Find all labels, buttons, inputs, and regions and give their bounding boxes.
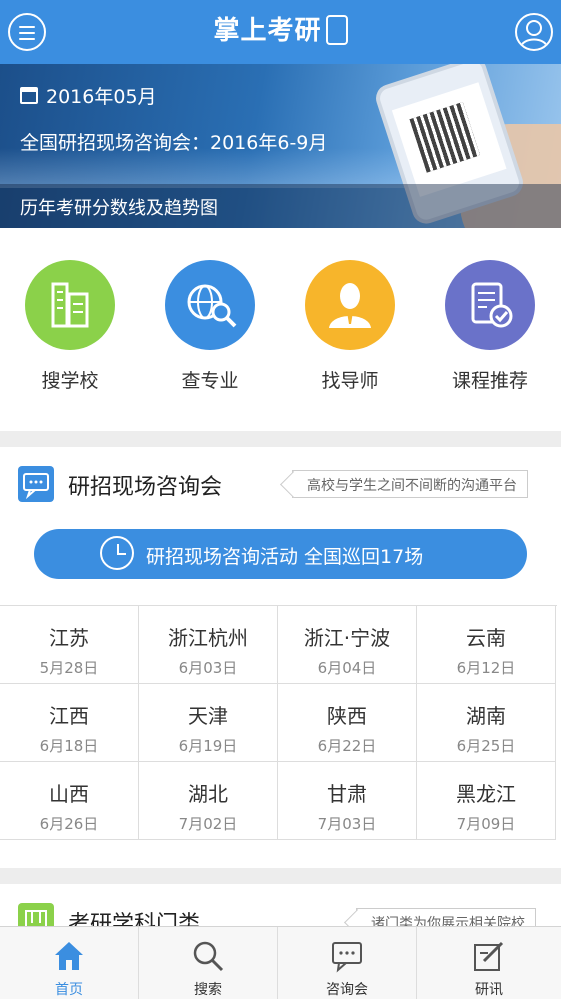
app-header: 掌上考研 xyxy=(0,0,561,64)
section-divider xyxy=(0,868,561,884)
event-cell[interactable]: 浙江·宁波 6月04日 xyxy=(278,606,417,684)
edit-icon xyxy=(474,941,504,971)
phone-logo-icon xyxy=(325,14,348,45)
category-major[interactable]: 查专业 xyxy=(160,260,260,393)
category-label: 搜学校 xyxy=(41,370,99,392)
event-province: 江苏 xyxy=(49,626,89,650)
banner-date-text: 2016年05月 xyxy=(46,86,157,108)
event-province: 云南 xyxy=(466,626,506,650)
event-province: 陕西 xyxy=(327,704,367,728)
tab-label: 搜索 xyxy=(194,982,222,998)
event-province: 山西 xyxy=(49,782,89,806)
event-date: 6月22日 xyxy=(317,737,377,755)
event-province: 黑龙江 xyxy=(456,782,516,806)
event-date: 6月25日 xyxy=(456,737,516,755)
calendar-icon xyxy=(20,87,38,104)
banner-headline: 全国研招现场咨询会：2016年6-9月 xyxy=(20,132,328,154)
app-title: 掌上考研 xyxy=(0,10,561,47)
event-province: 浙江·宁波 xyxy=(303,626,391,650)
category-label: 课程推荐 xyxy=(451,370,528,392)
chat-icon xyxy=(332,942,362,973)
event-cell[interactable]: 浙江杭州 6月03日 xyxy=(139,606,278,684)
teacher-icon xyxy=(305,260,395,350)
banner-footer-link[interactable]: 历年考研分数线及趋势图 xyxy=(0,184,561,228)
event-date: 7月03日 xyxy=(317,815,377,833)
tab-search[interactable]: 搜索 xyxy=(139,927,278,999)
course-check-icon xyxy=(445,260,535,350)
event-date: 6月04日 xyxy=(317,659,377,677)
event-date: 6月18日 xyxy=(39,737,99,755)
event-date: 5月28日 xyxy=(39,659,99,677)
qr-code-image xyxy=(409,102,481,173)
chat-bubble-icon xyxy=(18,466,54,502)
app-title-text: 掌上考研 xyxy=(213,16,322,46)
consult-activity-label: 研招现场咨询活动 全国巡回17场 xyxy=(146,546,424,568)
section-title: 研招现场咨询会 xyxy=(68,475,223,500)
event-date: 6月12日 xyxy=(456,659,516,677)
globe-search-icon xyxy=(165,260,255,350)
event-cell[interactable]: 湖南 6月25日 xyxy=(417,684,556,762)
section-note: 高校与学生之间不间断的沟通平台 xyxy=(292,470,528,498)
building-icon xyxy=(25,260,115,350)
event-cell[interactable]: 甘肃 7月03日 xyxy=(278,762,417,840)
promo-banner[interactable]: 2016年05月 全国研招现场咨询会：2016年6-9月 历年考研分数线及趋势图 xyxy=(0,64,561,228)
category-teacher[interactable]: 找导师 xyxy=(300,260,400,393)
event-date: 7月02日 xyxy=(178,815,238,833)
category-row: 搜学校 查专业 找导师 课程推荐 xyxy=(0,228,561,430)
event-date: 6月19日 xyxy=(178,737,238,755)
tab-label: 首页 xyxy=(55,982,83,998)
category-label: 找导师 xyxy=(321,370,379,392)
event-grid: 江苏 5月28日 浙江杭州 6月03日 浙江·宁波 6月04日 云南 6月12日 江西 6… xyxy=(0,605,557,841)
event-province: 天津 xyxy=(188,704,228,728)
category-course[interactable]: 课程推荐 xyxy=(440,260,540,393)
consult-activity-button[interactable]: 研招现场咨询活动 全国巡回17场 xyxy=(34,529,527,579)
tab-consult[interactable]: 咨询会 xyxy=(278,927,417,999)
search-icon xyxy=(193,941,224,972)
event-date: 6月26日 xyxy=(39,815,99,833)
event-date: 6月03日 xyxy=(178,659,238,677)
event-cell[interactable]: 黑龙江 7月09日 xyxy=(417,762,556,840)
event-cell[interactable]: 江苏 5月28日 xyxy=(0,606,139,684)
user-icon[interactable] xyxy=(515,13,553,51)
event-cell[interactable]: 山西 6月26日 xyxy=(0,762,139,840)
event-date: 7月09日 xyxy=(456,815,516,833)
event-province: 甘肃 xyxy=(327,782,367,806)
event-province: 湖北 xyxy=(188,782,228,806)
event-cell[interactable]: 天津 6月19日 xyxy=(139,684,278,762)
event-cell[interactable]: 江西 6月18日 xyxy=(0,684,139,762)
category-label: 查专业 xyxy=(181,370,239,392)
banner-date: 2016年05月 xyxy=(20,82,157,109)
home-icon xyxy=(55,942,83,970)
tab-label: 咨询会 xyxy=(326,982,368,998)
bottom-tab-bar: 首页 搜索 咨询会 研讯 xyxy=(0,926,561,999)
tab-label: 研讯 xyxy=(475,982,503,998)
event-province: 江西 xyxy=(49,704,89,728)
event-cell[interactable]: 陕西 6月22日 xyxy=(278,684,417,762)
tab-home[interactable]: 首页 xyxy=(0,927,139,999)
event-province: 浙江杭州 xyxy=(168,626,248,650)
category-school[interactable]: 搜学校 xyxy=(20,260,120,393)
event-cell[interactable]: 湖北 7月02日 xyxy=(139,762,278,840)
event-province: 湖南 xyxy=(466,704,506,728)
section-divider xyxy=(0,431,561,447)
clock-icon xyxy=(100,536,134,570)
event-cell[interactable]: 云南 6月12日 xyxy=(417,606,556,684)
tab-news[interactable]: 研讯 xyxy=(417,927,561,999)
